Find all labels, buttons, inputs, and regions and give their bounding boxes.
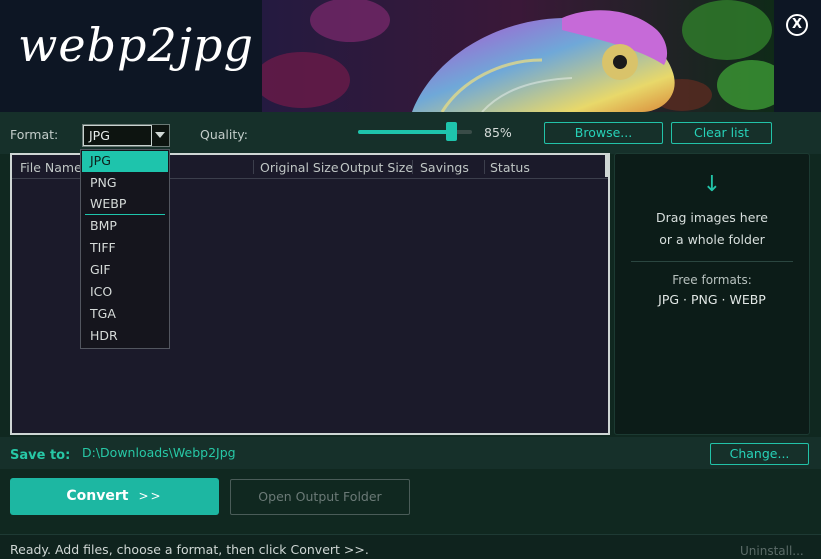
column-separator — [484, 160, 485, 174]
chevron-down-icon — [155, 132, 165, 138]
free-formats-list: JPG · PNG · WEBP — [658, 292, 766, 307]
format-option-tga[interactable]: TGA — [82, 304, 168, 325]
format-option-hdr[interactable]: HDR — [82, 326, 168, 347]
column-separator — [412, 160, 413, 174]
convert-button-label: Convert — [66, 488, 129, 504]
column-original-size[interactable]: Original Size — [260, 160, 339, 175]
convert-arrows: >> — [138, 489, 163, 503]
format-dropdown-list: JPG PNG WEBP BMP TIFF GIF ICO TGA HDR — [80, 149, 170, 349]
arrow-down-icon: ↓ — [702, 172, 722, 197]
column-savings[interactable]: Savings — [420, 160, 469, 175]
status-text: Ready. Add files, choose a format, then … — [10, 542, 369, 557]
format-option-ico[interactable]: ICO — [82, 282, 168, 303]
close-button[interactable]: X — [786, 14, 808, 36]
drop-zone[interactable]: ↓ Drag images here or a whole folder Fre… — [614, 153, 810, 435]
quality-label: Quality: — [200, 127, 248, 142]
divider — [631, 261, 793, 262]
format-option-jpg[interactable]: JPG — [82, 151, 168, 172]
quality-slider-fill — [358, 130, 452, 134]
app-logo: webp2jpg — [18, 18, 254, 72]
format-option-gif[interactable]: GIF — [82, 260, 168, 281]
format-label: Format: — [10, 127, 59, 142]
file-list-scrollbar[interactable] — [605, 155, 608, 177]
quality-slider[interactable] — [358, 122, 472, 141]
app-header: webp2jpg X — [0, 0, 821, 112]
uninstall-link[interactable]: Uninstall... — [740, 544, 804, 558]
change-folder-button[interactable]: Change... — [710, 443, 809, 465]
browse-button[interactable]: Browse... — [544, 122, 663, 144]
format-select-value: JPG — [83, 125, 152, 146]
column-file-name[interactable]: File Name — [20, 160, 82, 175]
format-option-png[interactable]: PNG — [82, 173, 168, 194]
column-status[interactable]: Status — [490, 160, 530, 175]
format-select[interactable]: JPG — [82, 124, 170, 147]
clear-list-button[interactable]: Clear list — [671, 122, 772, 144]
dropdown-separator — [85, 214, 165, 215]
drop-zone-text-line2: or a whole folder — [659, 232, 765, 247]
open-output-folder-button[interactable]: Open Output Folder — [230, 479, 410, 515]
banner-chameleon-image — [262, 0, 774, 112]
format-option-bmp[interactable]: BMP — [82, 216, 168, 237]
column-output-size[interactable]: Output Size — [340, 160, 413, 175]
drop-zone-text-line1: Drag images here — [656, 210, 768, 225]
quality-slider-handle[interactable] — [446, 122, 457, 141]
column-separator — [253, 160, 254, 174]
convert-button[interactable]: Convert >> — [10, 478, 219, 515]
free-formats-title: Free formats: — [672, 273, 752, 287]
save-to-path: D:\Downloads\Webp2Jpg — [82, 445, 236, 460]
format-option-webp[interactable]: WEBP — [82, 194, 168, 215]
quality-value: 85% — [484, 125, 512, 140]
save-to-label: Save to: — [10, 448, 71, 463]
format-option-tiff[interactable]: TIFF — [82, 238, 168, 259]
